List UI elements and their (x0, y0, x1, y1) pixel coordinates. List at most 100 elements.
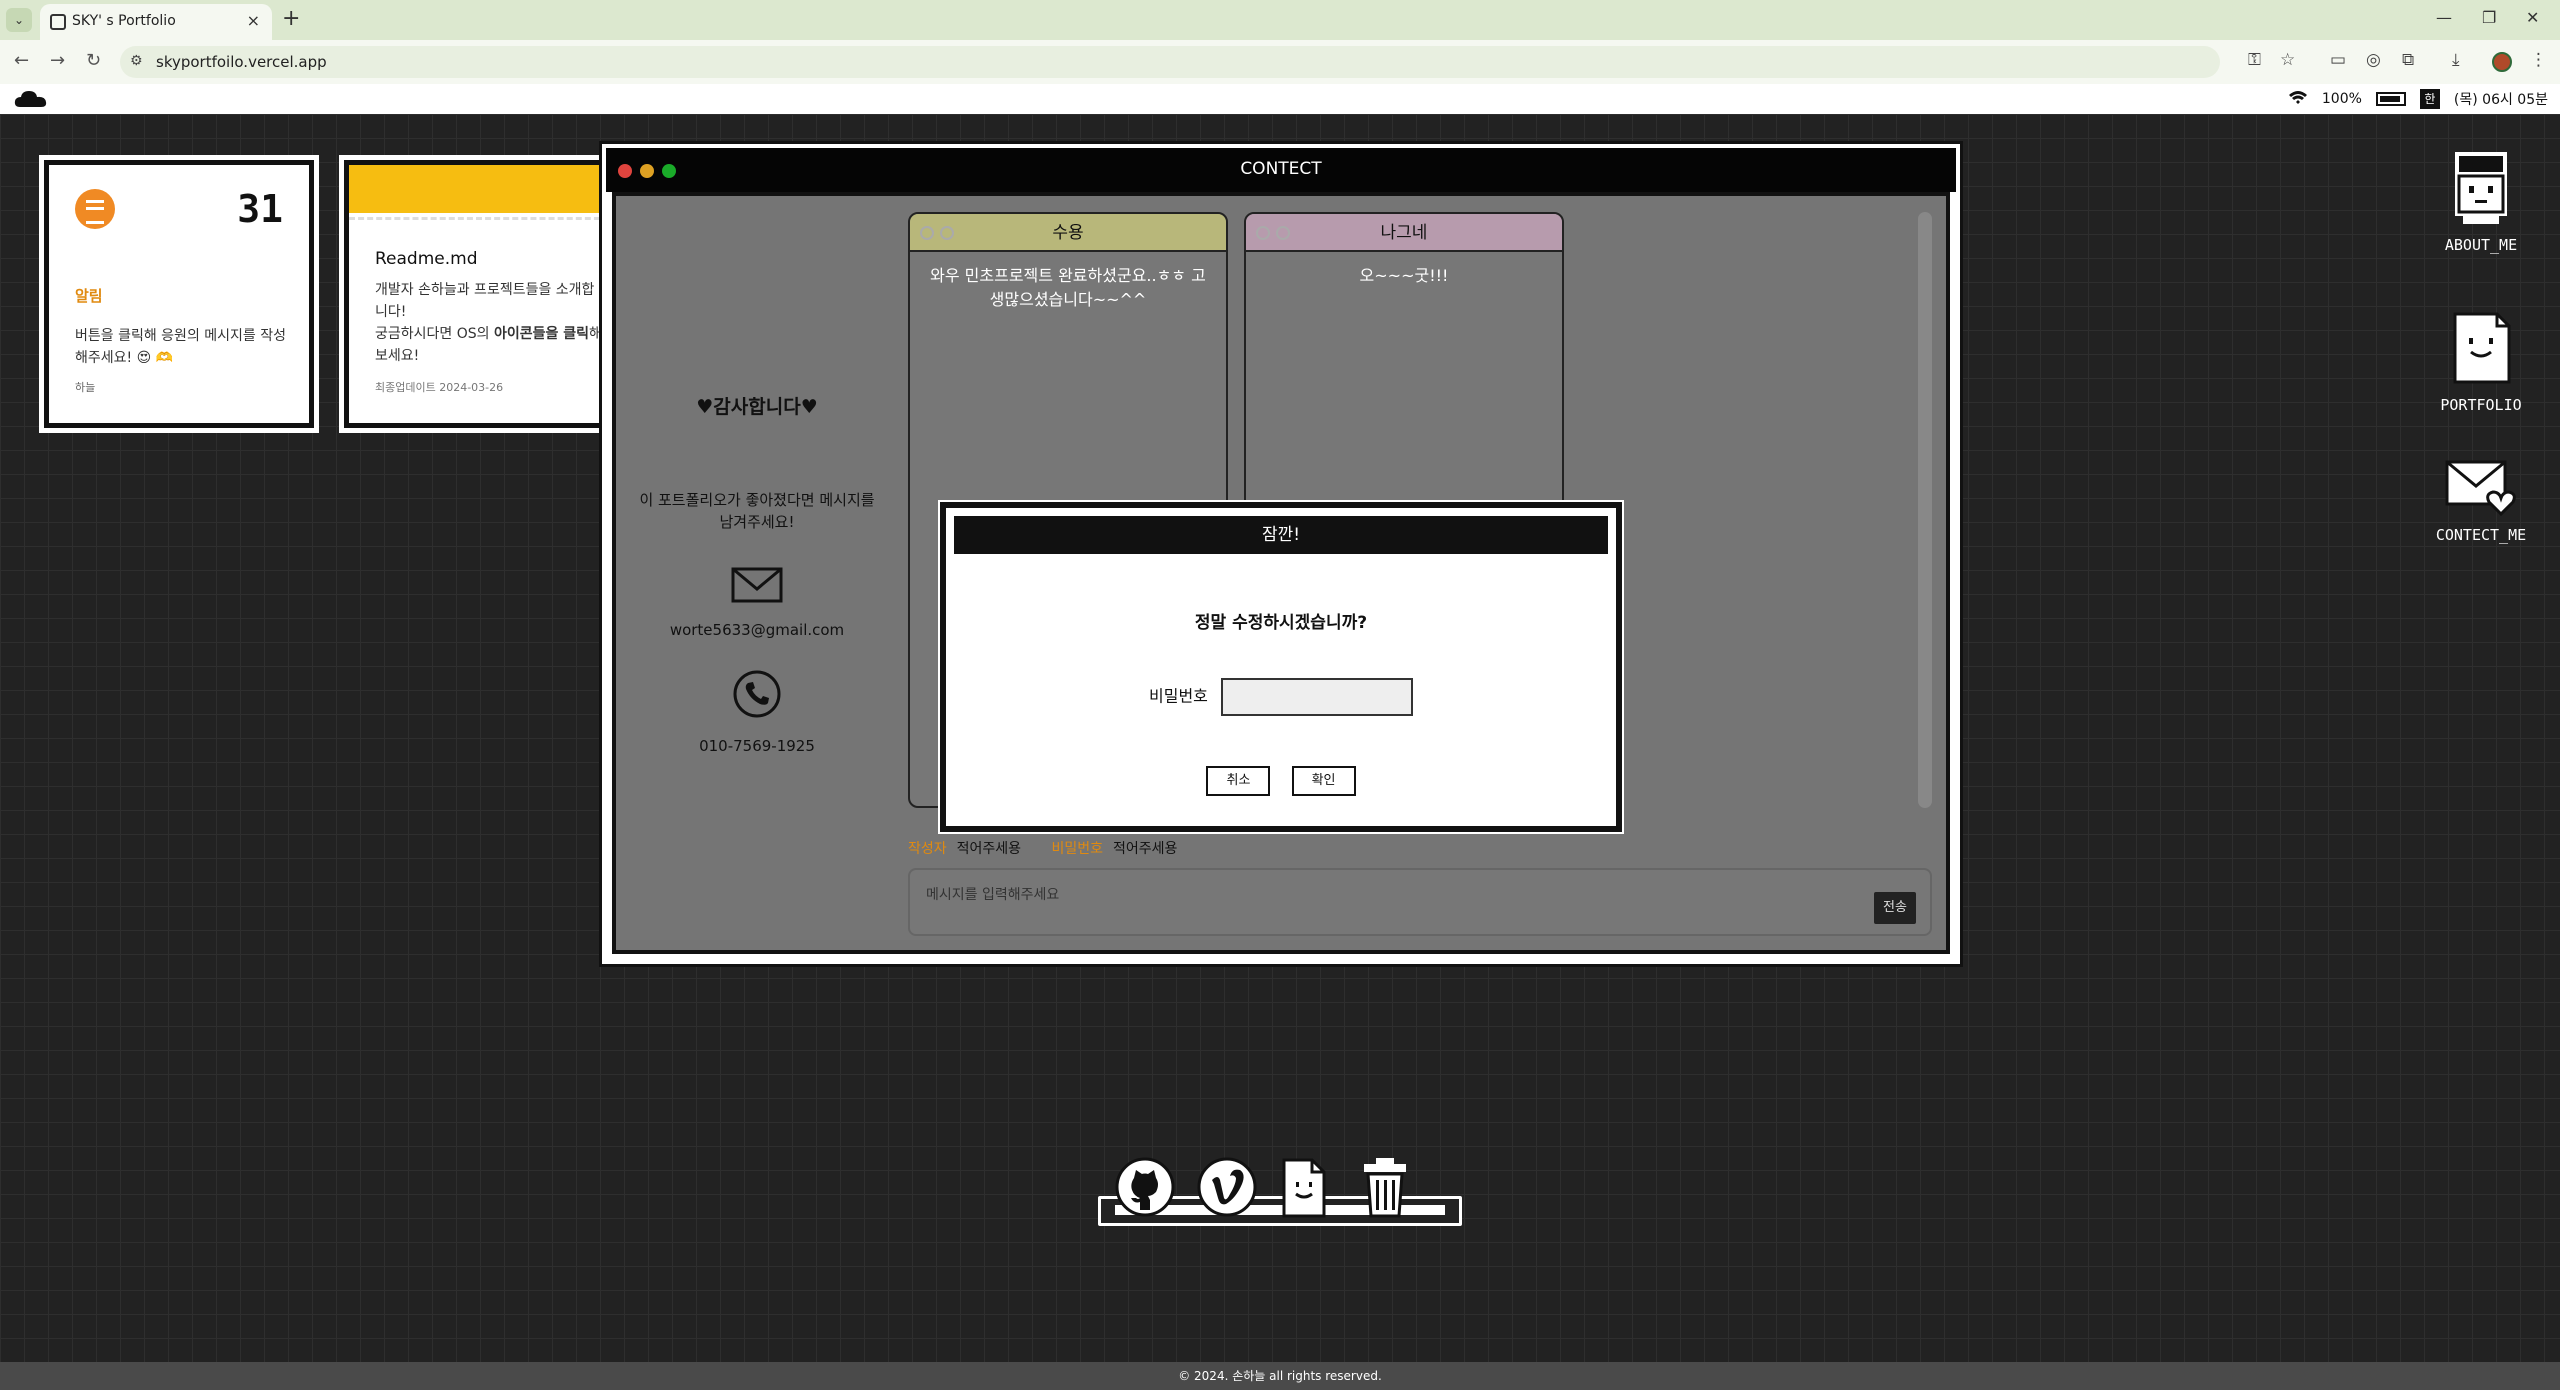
thanks-heading: ♥감사합니다♥ (696, 396, 818, 418)
notice-message: 버튼을 클릭해 응원의 메시지를 작성해주세요! 😍 🫶 (75, 325, 295, 369)
window-titlebar[interactable]: CONTECT (606, 148, 1956, 192)
modal-password-label: 비밀번호 (1149, 686, 1208, 706)
card-message: 와우 민초프로젝트 완료하셨군요..ㅎㅎ 고생많으셨습니다~~^^ (930, 266, 1206, 309)
card-dot-icon (1256, 226, 1270, 240)
download-icon[interactable]: ⤓ (2452, 50, 2460, 70)
document-icon[interactable] (1274, 1156, 1336, 1218)
contact-info: ♥감사합니다♥ 이 포트폴리오가 좋아졌다면 메시지를 남겨주세요! worte… (632, 392, 882, 755)
os-menu-bar: 100% 한 (목) 06시 05분 (0, 84, 2560, 114)
minimize-icon[interactable]: — (2436, 8, 2452, 27)
modal-password-input[interactable] (1220, 678, 1413, 716)
battery-icon (2375, 92, 2406, 106)
password-label: 비밀번호 (1051, 841, 1104, 857)
modal-actions: 취소 확인 (946, 766, 1616, 796)
cards-scrollbar[interactable] (1918, 212, 1932, 808)
vimeo-icon[interactable] (1196, 1156, 1258, 1218)
send-button[interactable]: 전송 (1874, 892, 1916, 924)
readme-line1: 개발자 손하늘과 프로젝트들을 소개합니다! (375, 282, 595, 320)
address-toolbar: ← → ↻ ⚙ skyportfoilo.vercel.app ⚿ ☆ ▭ ◎ … (0, 40, 2560, 84)
notice-text: 버튼을 클릭해 응원의 메시지를 작성해주세요! (75, 328, 286, 366)
notice-label: 알림 (75, 287, 103, 305)
notice-emoji: 😍 🫶 (136, 350, 174, 366)
author-input[interactable]: 적어주세용 (957, 841, 1021, 857)
back-icon[interactable]: ← (14, 50, 29, 71)
card-dot-icon (1276, 226, 1290, 240)
cast-icon[interactable]: ▭ (2330, 50, 2346, 70)
restore-icon[interactable]: ❐ (2482, 8, 2496, 27)
desktop-icon-contact-me[interactable]: CONTECT_ME (2426, 458, 2536, 544)
reload-icon[interactable]: ↻ (86, 50, 101, 71)
modal-question: 정말 수정하시겠습니까? (1194, 613, 1368, 633)
mail-heart-icon (2445, 460, 2516, 517)
readme-title: Readme.md (375, 249, 478, 269)
readme-updated: 최종업데이트 2024-03-26 (375, 381, 504, 394)
site-info-icon[interactable]: ⚙ (130, 53, 143, 69)
phone-icon (733, 670, 781, 718)
card-author: 수용 (1052, 223, 1084, 243)
modal-title: 잠깐! (954, 516, 1608, 554)
card-dot-icon (940, 226, 954, 240)
contact-email: worte5633@gmail.com (669, 621, 845, 639)
tab-search-dropdown[interactable]: ⌄ (6, 8, 32, 32)
author-label: 작성자 (908, 841, 947, 857)
ime-indicator[interactable]: 한 (2419, 89, 2440, 109)
author-password-row: 작성자 적어주세용 비밀번호 적어주세용 (908, 838, 1203, 858)
desktop-icon-label: ABOUT_ME (2444, 236, 2518, 254)
bookmark-star-icon[interactable]: ☆ (2280, 50, 2295, 70)
card-author: 나그네 (1380, 223, 1428, 243)
calendar-notice-widget: 31 알림 버튼을 클릭해 응원의 메시지를 작성해주세요! 😍 🫶 하늘 (44, 160, 314, 428)
document-face-icon (2453, 312, 2511, 384)
thanks-text: 감사합니다 (713, 396, 801, 418)
desktop-icon-label: PORTFOLIO (2440, 396, 2522, 414)
readme-line2-bold: 아이콘들을 클릭 (493, 326, 590, 342)
trash-icon[interactable] (1354, 1156, 1416, 1218)
calendar-day: 31 (237, 187, 283, 231)
battery-percent: 100% (2321, 91, 2362, 107)
confirm-edit-modal: 잠깐! 정말 수정하시겠습니까? 비밀번호 취소 확인 (938, 500, 1624, 834)
dock (1098, 1156, 1462, 1228)
cloud-icon[interactable] (14, 90, 48, 108)
message-placeholder: 메시지를 입력해주세요 (926, 887, 1060, 903)
readme-line2-pre: 궁금하시다면 OS의 (375, 326, 494, 342)
readme-body: 개발자 손하늘과 프로젝트들을 소개합니다! 궁금하시다면 OS의 아이콘들을 … (375, 279, 605, 367)
forward-icon[interactable]: → (50, 50, 65, 71)
card-dot-icon (920, 226, 934, 240)
pixel-face-icon (2455, 152, 2507, 224)
browser-tab-bar: ⌄ SKY' s Portfolio × + — ❐ ✕ (0, 0, 2560, 40)
contact-phone: 010-7569-1925 (699, 737, 815, 755)
github-icon[interactable] (1114, 1156, 1176, 1218)
readme-header-band (349, 165, 609, 213)
os-clock: (목) 06시 05분 (2453, 92, 2548, 108)
card-message: 오~~~굿!!! (1359, 266, 1449, 285)
readme-divider (349, 217, 609, 220)
card-header: 수용 (910, 214, 1226, 252)
url-bar[interactable]: ⚙ skyportfoilo.vercel.app (120, 46, 2220, 78)
tab-close-icon[interactable]: × (247, 11, 260, 30)
cancel-button[interactable]: 취소 (1206, 766, 1271, 796)
modal-password-row: 비밀번호 (946, 678, 1616, 716)
browser-tab[interactable]: SKY' s Portfolio × (40, 4, 272, 40)
password-key-icon[interactable]: ⚿ (2248, 50, 2261, 70)
url-text: skyportfoilo.vercel.app (156, 53, 327, 71)
desktop-icon-portfolio[interactable]: PORTFOLIO (2426, 308, 2536, 414)
password-input[interactable]: 적어주세용 (1113, 841, 1177, 857)
close-window-icon[interactable]: ✕ (2526, 8, 2539, 27)
footer-copyright: © 2024. 손하늘 all rights reserved. (0, 1362, 2560, 1390)
extension-circle-icon[interactable]: ◎ (2366, 50, 2381, 70)
card-header: 나그네 (1246, 214, 1562, 252)
menu-kebab-icon[interactable]: ⋮ (2530, 50, 2547, 70)
favicon-icon (50, 14, 66, 30)
profile-avatar[interactable] (2492, 52, 2512, 72)
mail-icon (731, 567, 783, 603)
window-title: CONTECT (1240, 159, 1322, 179)
message-input[interactable]: 메시지를 입력해주세요 전송 (908, 868, 1932, 936)
new-tab-button[interactable]: + (282, 6, 300, 31)
readme-widget: Readme.md 개발자 손하늘과 프로젝트들을 소개합니다! 궁금하시다면 … (344, 160, 614, 428)
contact-description: 이 포트폴리오가 좋아졌다면 메시지를 남겨주세요! (639, 491, 875, 531)
desktop-icon-label: CONTECT_ME (2435, 526, 2527, 544)
confirm-button[interactable]: 확인 (1291, 766, 1356, 796)
readme-line2: 궁금하시다면 OS의 아이콘들을 클릭해보세요! (375, 323, 605, 367)
extensions-puzzle-icon[interactable]: ⧉ (2402, 50, 2414, 70)
desktop-icon-about-me[interactable]: ABOUT_ME (2426, 148, 2536, 254)
tab-title: SKY' s Portfolio (72, 13, 176, 29)
